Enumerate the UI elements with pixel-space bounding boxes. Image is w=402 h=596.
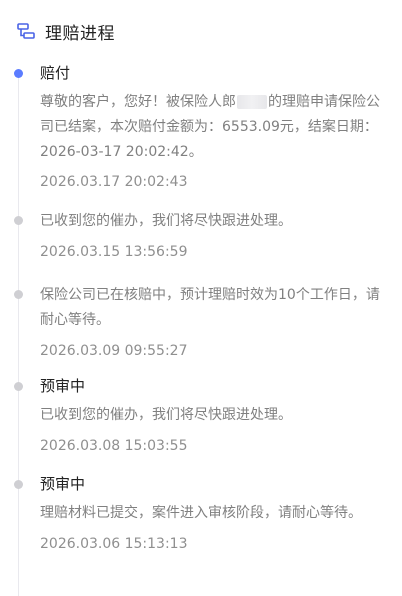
timeline-message-part1: 尊敬的客户，您好！被保险人郎: [40, 94, 236, 110]
page-title: 理赔进程: [45, 23, 115, 44]
timeline-item-payout: 赔付 尊敬的客户，您好！被保险人郎 的理赔申请保险公司已结案，本次赔付金额为：65…: [0, 62, 402, 193]
timeline-time: 2026.03.08 15:03:55: [40, 438, 188, 454]
timeline-dot: [14, 382, 23, 391]
timeline-time: 2026.03.09 09:55:27: [40, 343, 188, 359]
timeline-message: 理赔材料已提交，案件进入审核阶段，请耐心等待。: [40, 505, 362, 521]
timeline-message: 保险公司已在核赔中，预计理赔时效为10个工作日，请耐心等待。: [40, 287, 380, 328]
timeline-item-preaudit: 预审中 已收到您的催办，我们将尽快跟进处理。 2026.03.08 15:03:…: [0, 375, 402, 457]
claim-progress-header: 理赔进程: [16, 18, 115, 44]
timeline-dot: [14, 290, 23, 299]
timeline-status: 预审中: [40, 475, 86, 493]
timeline-item: 已收到您的催办，我们将尽快跟进处理。 2026.03.15 13:56:59: [0, 209, 402, 263]
timeline-status: 赔付: [40, 64, 71, 82]
timeline-message: 已收到您的催办，我们将尽快跟进处理。: [40, 407, 292, 423]
timeline-dot-active: [14, 69, 23, 78]
redacted-name: [237, 95, 267, 109]
timeline-message: 尊敬的客户，您好！被保险人郎 的理赔申请保险公司已结案，本次赔付金额为：6553.…: [40, 90, 384, 165]
timeline-status: 预审中: [40, 377, 86, 395]
timeline-message: 已收到您的催办，我们将尽快跟进处理。: [40, 213, 292, 229]
claim-progress-page: 理赔进程 赔付 尊敬的客户，您好！被保险人郎 的理赔申请保险公司已结案，本次赔付金…: [0, 0, 402, 596]
timeline-item: 保险公司已在核赔中，预计理赔时效为10个工作日，请耐心等待。 2026.03.0…: [0, 283, 402, 362]
timeline-time: 2026.03.17 20:02:43: [40, 174, 188, 190]
timeline-dot: [14, 480, 23, 489]
timeline-time: 2026.03.06 15:13:13: [40, 536, 188, 552]
claim-progress-icon: [16, 21, 36, 41]
timeline-item-preaudit: 预审中 理赔材料已提交，案件进入审核阶段，请耐心等待。 2026.03.06 1…: [0, 473, 402, 555]
timeline-time: 2026.03.15 13:56:59: [40, 244, 188, 260]
timeline-dot: [14, 216, 23, 225]
